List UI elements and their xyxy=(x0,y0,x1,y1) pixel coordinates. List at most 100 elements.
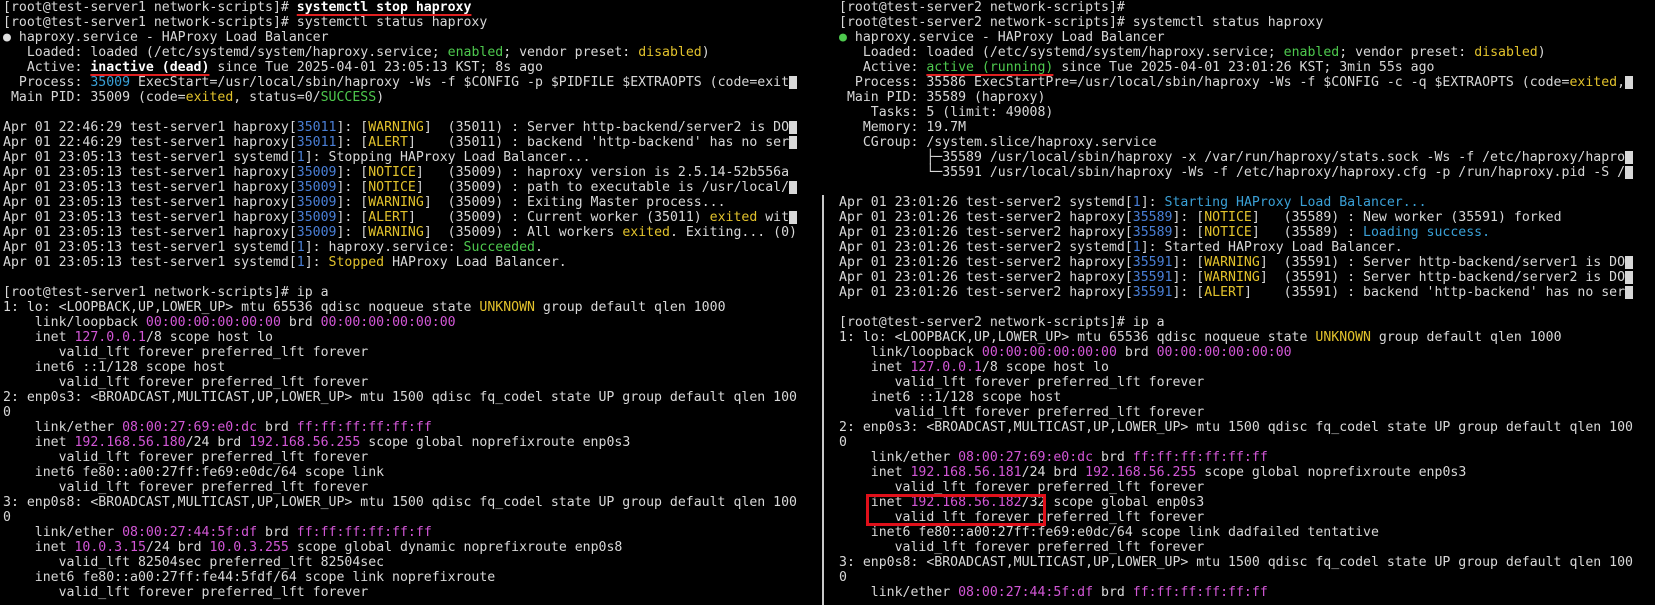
terminal-text: inactive (dead) xyxy=(90,60,210,75)
terminal-text: ]: [ xyxy=(1172,255,1205,270)
terminal-text: ]: [ xyxy=(1172,285,1205,300)
terminal-line: Apr 01 23:05:13 test-server1 haproxy[350… xyxy=(0,165,816,180)
terminal-text: /8 scope host lo xyxy=(981,360,1109,375)
terminal-line: valid_lft forever preferred_lft forever xyxy=(0,585,816,600)
terminal-text: /8 scope host lo xyxy=(145,330,273,345)
truncation-marker xyxy=(789,135,798,149)
terminal-text: [root@test-server2 network-scripts]# sys… xyxy=(839,15,1324,30)
terminal-text: 35591 xyxy=(1132,285,1173,300)
terminal-text: since Tue 2025-04-01 23:05:13 KST; 8s ag… xyxy=(209,60,543,75)
terminal-text: Apr 01 22:46:29 test-server1 haproxy[ xyxy=(3,135,297,150)
terminal-line: Memory: 19.7M xyxy=(836,120,1655,135)
terminal-text: exited xyxy=(709,210,758,225)
terminal-text: valid_lft forever preferred_lft forever xyxy=(839,510,1205,525)
terminal-text: 0 xyxy=(839,570,847,585)
terminal-line: inet 127.0.0.1/8 scope host lo xyxy=(836,360,1655,375)
terminal-text: ALERT xyxy=(368,210,408,225)
pane-divider[interactable] xyxy=(822,195,824,605)
terminal-line: Apr 01 23:01:26 test-server2 haproxy[355… xyxy=(836,225,1655,240)
terminal-line: Apr 01 22:46:29 test-server1 haproxy[350… xyxy=(0,135,816,150)
terminal-text: /24 brd xyxy=(1021,465,1086,480)
terminal-text: Apr 01 23:05:13 test-server1 haproxy[ xyxy=(3,195,297,210)
terminal-text: Loading success. xyxy=(1363,225,1491,240)
terminal-line: [root@test-server1 network-scripts]# sys… xyxy=(0,15,816,30)
terminal-text: NOTICE xyxy=(368,165,416,180)
truncation-marker xyxy=(1625,270,1634,284)
terminal-text: inet6 ::1/128 scope host xyxy=(3,360,226,375)
terminal-line: ● haproxy.service - HAProxy Load Balance… xyxy=(0,30,816,45)
terminal-line: 3: enp0s8: <BROADCAST,MULTICAST,UP,LOWER… xyxy=(836,555,1655,570)
terminal-text: [root@test-server1 network-scripts]# xyxy=(3,0,297,15)
terminal-pane-server1[interactable]: [root@test-server1 network-scripts]# sys… xyxy=(0,0,816,605)
terminal-text: ]: [ xyxy=(1172,270,1205,285)
terminal-line: Loaded: loaded (/etc/systemd/system/hapr… xyxy=(0,45,816,60)
terminal-text: ]: xyxy=(304,255,329,270)
terminal-text: Apr 01 23:01:26 test-server2 haproxy[ xyxy=(839,225,1133,240)
terminal-text: 00:00:00:00:00:00 xyxy=(145,315,281,330)
terminal-text: ] (35011) : backend 'http-backend' has n… xyxy=(407,135,790,150)
terminal-text: ● xyxy=(839,30,855,45)
terminal-line: ● haproxy.service - HAProxy Load Balance… xyxy=(836,30,1655,45)
terminal-pane-server2[interactable]: [root@test-server2 network-scripts]# [roo… xyxy=(836,0,1655,605)
terminal-text: ]: [ xyxy=(336,225,369,240)
terminal-line: 2: enp0s3: <BROADCAST,MULTICAST,UP,LOWER… xyxy=(836,420,1655,435)
terminal-text: ff:ff:ff:ff:ff:ff xyxy=(1132,585,1268,600)
terminal-text: 3: enp0s8: <BROADCAST,MULTICAST,UP,LOWER… xyxy=(839,555,1633,570)
terminal-text: Apr 01 23:05:13 test-server1 systemd[ xyxy=(3,255,297,270)
terminal-text: 00:00:00:00:00:00 xyxy=(981,345,1117,360)
terminal-text: inet xyxy=(839,495,911,510)
terminal-line: Apr 01 23:05:13 test-server1 haproxy[350… xyxy=(0,210,816,225)
terminal-line: Apr 01 23:05:13 test-server1 haproxy[350… xyxy=(0,225,816,240)
terminal-text: ] (35589) : xyxy=(1251,225,1364,240)
terminal-line: Loaded: loaded (/etc/systemd/system/hapr… xyxy=(836,45,1655,60)
terminal-text: ]: [ xyxy=(336,135,369,150)
terminal-text: ]: Started HAProxy Load Balancer. xyxy=(1140,240,1403,255)
terminal-text: UNKNOWN xyxy=(479,300,535,315)
terminal-text: ● xyxy=(3,30,19,45)
terminal-line: Apr 01 23:01:26 test-server2 haproxy[355… xyxy=(836,210,1655,225)
terminal-text: 35591 xyxy=(1132,255,1173,270)
terminal-text: ] (35009) : Current worker (35011) xyxy=(407,210,710,225)
terminal-text: 35009 xyxy=(296,225,337,240)
terminal-text: ]: [ xyxy=(336,120,369,135)
terminal-text: WARNING xyxy=(368,120,424,135)
terminal-text: Apr 01 23:05:13 test-server1 haproxy[ xyxy=(3,165,297,180)
terminal-text: Main PID: 35009 (code= xyxy=(3,90,186,105)
terminal-text: ; vendor preset: xyxy=(503,45,639,60)
terminal-line: Tasks: 5 (limit: 49008) xyxy=(836,105,1655,120)
terminal-text: brd xyxy=(257,525,297,540)
terminal-text: Stopped xyxy=(328,255,385,270)
terminal-text: ff:ff:ff:ff:ff:ff xyxy=(1132,450,1268,465)
terminal-line: Active: inactive (dead) since Tue 2025-0… xyxy=(0,60,816,75)
terminal-line: valid_lft forever preferred_lft forever xyxy=(0,345,816,360)
terminal-text: 00:00:00:00:00:00 xyxy=(1156,345,1292,360)
terminal-text: 08:00:27:69:e0:dc xyxy=(958,450,1094,465)
truncation-marker xyxy=(789,180,798,194)
terminal-line: Apr 01 23:05:13 test-server1 haproxy[350… xyxy=(0,195,816,210)
terminal-text: ) xyxy=(376,90,385,105)
terminal-line: Main PID: 35009 (code=exited, status=0/S… xyxy=(0,90,816,105)
terminal-text: valid_lft forever preferred_lft forever xyxy=(3,480,369,495)
terminal-text: 35591 xyxy=(1132,270,1173,285)
terminal-text: 35009 xyxy=(296,195,337,210)
terminal-text: scope global noprefixroute enp0s3 xyxy=(1196,465,1467,480)
terminal-text: link/ether xyxy=(839,450,959,465)
terminal-line: inet 192.168.56.180/24 brd 192.168.56.25… xyxy=(0,435,816,450)
terminal-text: 35009 xyxy=(296,180,337,195)
terminal-line: [root@test-server2 network-scripts]# ip … xyxy=(836,315,1655,330)
terminal-text: link/loopback xyxy=(839,345,982,360)
terminal-text: ]: [ xyxy=(336,210,369,225)
terminal-text: └─35591 /usr/local/sbin/haproxy -Ws -f /… xyxy=(839,165,1626,180)
terminal-text: ] (35591) : Server http-backend/server2 … xyxy=(1259,270,1626,285)
terminal-line: [root@test-server1 network-scripts]# ip … xyxy=(0,285,816,300)
terminal-text: NOTICE xyxy=(1204,225,1252,240)
terminal-line: valid_lft 82504sec preferred_lft 82504se… xyxy=(0,555,816,570)
terminal-text: ]: Stopping HAProxy Load Balancer... xyxy=(304,150,591,165)
terminal-line: Apr 01 23:05:13 test-server1 haproxy[350… xyxy=(0,180,816,195)
terminal-text: NOTICE xyxy=(1204,210,1252,225)
terminal-text: Active: xyxy=(839,60,927,75)
terminal-text: active (running) xyxy=(926,60,1054,75)
